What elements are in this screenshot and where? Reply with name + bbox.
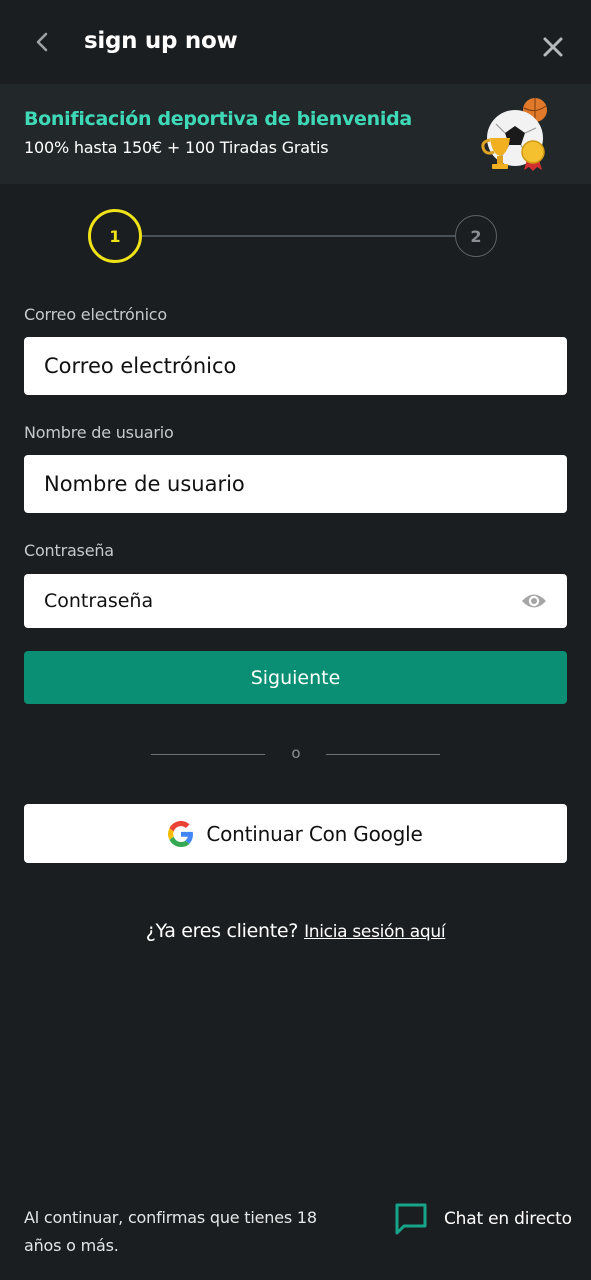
header: sign up now [0, 0, 591, 84]
password-label: Contraseña [24, 541, 114, 560]
divider-or-label: o [291, 744, 301, 762]
login-link[interactable]: Inicia sesión aquí [304, 922, 445, 942]
close-button[interactable] [540, 34, 566, 60]
stepper-connector [142, 235, 456, 237]
chat-bubble-icon [395, 1203, 427, 1235]
eye-icon[interactable] [520, 591, 548, 611]
step-1-indicator: 1 [88, 209, 142, 263]
next-button[interactable]: Siguiente [24, 651, 567, 704]
username-label: Nombre de usuario [24, 423, 174, 442]
sports-trophy-icon [481, 98, 547, 171]
google-g-icon [168, 820, 194, 847]
divider-line-right [326, 754, 440, 755]
login-question: ¿Ya eres cliente? [145, 920, 299, 942]
google-signin-label: Continuar Con Google [206, 821, 423, 846]
divider-line-left [151, 754, 265, 755]
email-field[interactable] [24, 337, 567, 395]
step-2-indicator: 2 [455, 215, 497, 257]
promo-title: Bonificación deportiva de bienvenida [24, 108, 412, 130]
live-chat-label: Chat en directo [444, 1209, 572, 1229]
chevron-left-icon [36, 32, 48, 52]
username-field[interactable] [24, 455, 567, 513]
close-icon [543, 37, 563, 57]
page-title: sign up now [84, 28, 238, 54]
promo-subtitle: 100% hasta 150€ + 100 Tiradas Gratis [24, 138, 329, 157]
age-confirmation-note: Al continuar, confirmas que tienes 18 añ… [24, 1208, 317, 1255]
email-label: Correo electrónico [24, 305, 167, 324]
password-field[interactable] [24, 574, 567, 628]
login-prompt: ¿Ya eres cliente? Inicia sesión aquí [0, 920, 591, 942]
back-button[interactable] [30, 28, 54, 56]
google-signin-button[interactable]: Continuar Con Google [24, 804, 567, 863]
live-chat-button[interactable]: Chat en directo [394, 1202, 572, 1236]
